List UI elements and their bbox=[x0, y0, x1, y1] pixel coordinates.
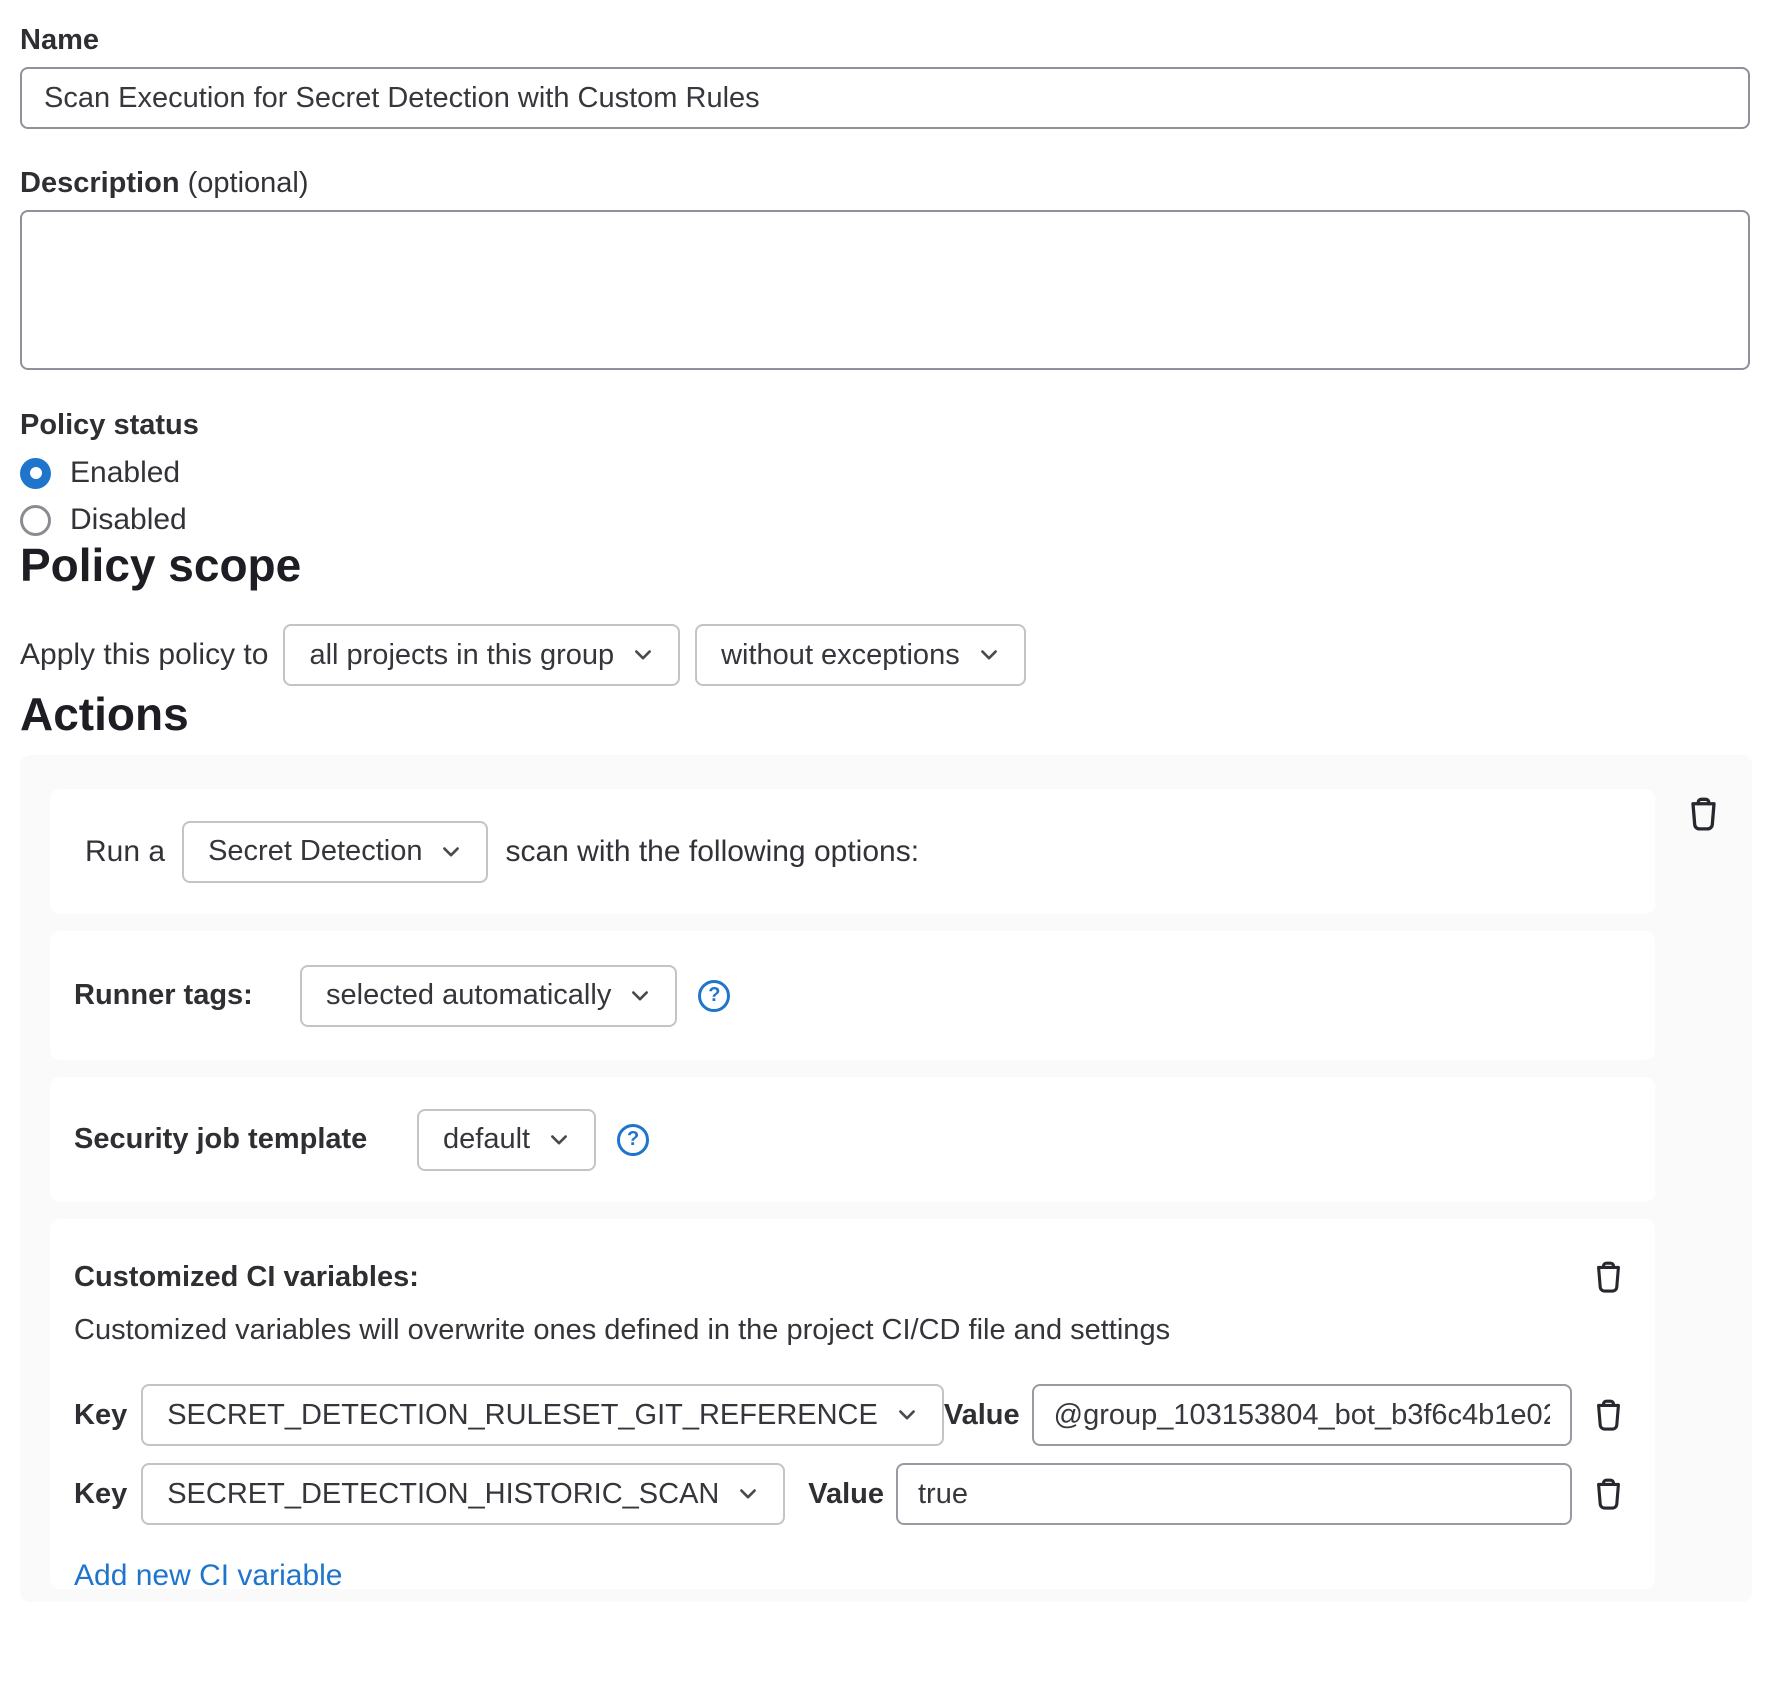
radio-enabled-label: Enabled bbox=[70, 456, 180, 490]
actions-heading: Actions bbox=[20, 686, 1784, 742]
chevron-down-icon bbox=[632, 644, 654, 666]
value-label: Value bbox=[944, 1399, 1020, 1432]
chevron-down-icon bbox=[978, 644, 1000, 666]
policy-status-label: Policy status bbox=[20, 407, 1784, 443]
chevron-down-icon bbox=[548, 1129, 570, 1151]
ci-variables-card: Customized CI variables: Customized vari… bbox=[50, 1219, 1655, 1589]
ci-variables-title: Customized CI variables: bbox=[74, 1259, 419, 1295]
trash-icon bbox=[1592, 1399, 1625, 1432]
remove-ci-variable-row-button[interactable] bbox=[1586, 1393, 1631, 1438]
policy-scope-heading: Policy scope bbox=[20, 537, 1784, 593]
description-optional-text: (optional) bbox=[188, 167, 309, 199]
exceptions-value: without exceptions bbox=[721, 639, 960, 672]
ci-variables-header: Customized CI variables: bbox=[74, 1259, 1631, 1300]
ci-value-input[interactable] bbox=[1032, 1384, 1572, 1446]
chevron-down-icon bbox=[440, 841, 462, 863]
policy-description-textarea[interactable] bbox=[20, 210, 1750, 370]
action-card-gutter bbox=[1655, 789, 1752, 838]
apply-policy-label: Apply this policy to bbox=[20, 638, 268, 672]
key-label: Key bbox=[74, 1478, 127, 1511]
ci-value-input[interactable] bbox=[896, 1463, 1572, 1525]
description-label: Description (optional) bbox=[20, 165, 1784, 201]
policy-scope-row: Apply this policy to all projects in thi… bbox=[20, 624, 1784, 686]
run-suffix-text: scan with the following options: bbox=[505, 835, 919, 869]
policy-name-input[interactable] bbox=[20, 67, 1750, 129]
scan-type-value: Secret Detection bbox=[208, 835, 422, 868]
radio-disabled-icon[interactable] bbox=[20, 505, 51, 536]
chevron-down-icon bbox=[896, 1404, 918, 1426]
trash-icon bbox=[1592, 1478, 1625, 1511]
runner-tags-dropdown[interactable]: selected automatically bbox=[300, 965, 677, 1027]
scan-type-dropdown[interactable]: Secret Detection bbox=[182, 821, 488, 883]
add-ci-variable-link[interactable]: Add new CI variable bbox=[74, 1559, 342, 1593]
trash-icon bbox=[1686, 797, 1721, 832]
scan-action-card: Run a Secret Detection scan with the fol… bbox=[50, 789, 1655, 914]
remove-action-button[interactable] bbox=[1680, 791, 1727, 838]
help-icon[interactable]: ? bbox=[617, 1124, 649, 1156]
key-label: Key bbox=[74, 1399, 127, 1432]
action-cards: Run a Secret Detection scan with the fol… bbox=[50, 789, 1655, 1589]
description-label-text: Description bbox=[20, 167, 180, 199]
ci-key-value: SECRET_DETECTION_HISTORIC_SCAN bbox=[167, 1478, 719, 1511]
job-template-label: Security job template bbox=[74, 1123, 417, 1156]
status-option-disabled[interactable]: Disabled bbox=[20, 503, 1784, 537]
ci-key-value: SECRET_DETECTION_RULESET_GIT_REFERENCE bbox=[167, 1399, 878, 1432]
runner-tags-value: selected automatically bbox=[326, 979, 611, 1012]
action-panel: Run a Secret Detection scan with the fol… bbox=[20, 755, 1752, 1602]
runner-tags-label: Runner tags: bbox=[74, 979, 300, 1012]
chevron-down-icon bbox=[629, 985, 651, 1007]
radio-enabled-icon[interactable] bbox=[20, 458, 51, 489]
policy-status-radio-group: Enabled Disabled bbox=[20, 456, 1784, 537]
job-template-value: default bbox=[443, 1123, 530, 1156]
run-prefix-text: Run a bbox=[85, 835, 165, 869]
radio-disabled-label: Disabled bbox=[70, 503, 187, 537]
projects-scope-value: all projects in this group bbox=[309, 639, 614, 672]
ci-variable-row: Key SECRET_DETECTION_HISTORIC_SCAN Value bbox=[74, 1463, 1631, 1525]
runner-tags-card: Runner tags: selected automatically ? bbox=[50, 931, 1655, 1060]
help-icon[interactable]: ? bbox=[698, 980, 730, 1012]
remove-ci-variables-button[interactable] bbox=[1586, 1255, 1631, 1300]
ci-key-dropdown[interactable]: SECRET_DETECTION_HISTORIC_SCAN bbox=[141, 1463, 785, 1525]
policy-editor-form: Name Description (optional) Policy statu… bbox=[0, 0, 1784, 1602]
status-option-enabled[interactable]: Enabled bbox=[20, 456, 1784, 490]
name-label: Name bbox=[20, 22, 1784, 58]
ci-key-dropdown[interactable]: SECRET_DETECTION_RULESET_GIT_REFERENCE bbox=[141, 1384, 944, 1446]
job-template-dropdown[interactable]: default bbox=[417, 1109, 596, 1171]
value-label: Value bbox=[808, 1478, 884, 1511]
chevron-down-icon bbox=[737, 1483, 759, 1505]
projects-scope-dropdown[interactable]: all projects in this group bbox=[283, 624, 680, 686]
ci-variable-row: Key SECRET_DETECTION_RULESET_GIT_REFEREN… bbox=[74, 1384, 1631, 1446]
security-job-template-card: Security job template default ? bbox=[50, 1077, 1655, 1202]
exceptions-dropdown[interactable]: without exceptions bbox=[695, 624, 1026, 686]
remove-ci-variable-row-button[interactable] bbox=[1586, 1472, 1631, 1517]
trash-icon bbox=[1592, 1261, 1625, 1294]
ci-variables-subtitle: Customized variables will overwrite ones… bbox=[74, 1312, 1631, 1348]
